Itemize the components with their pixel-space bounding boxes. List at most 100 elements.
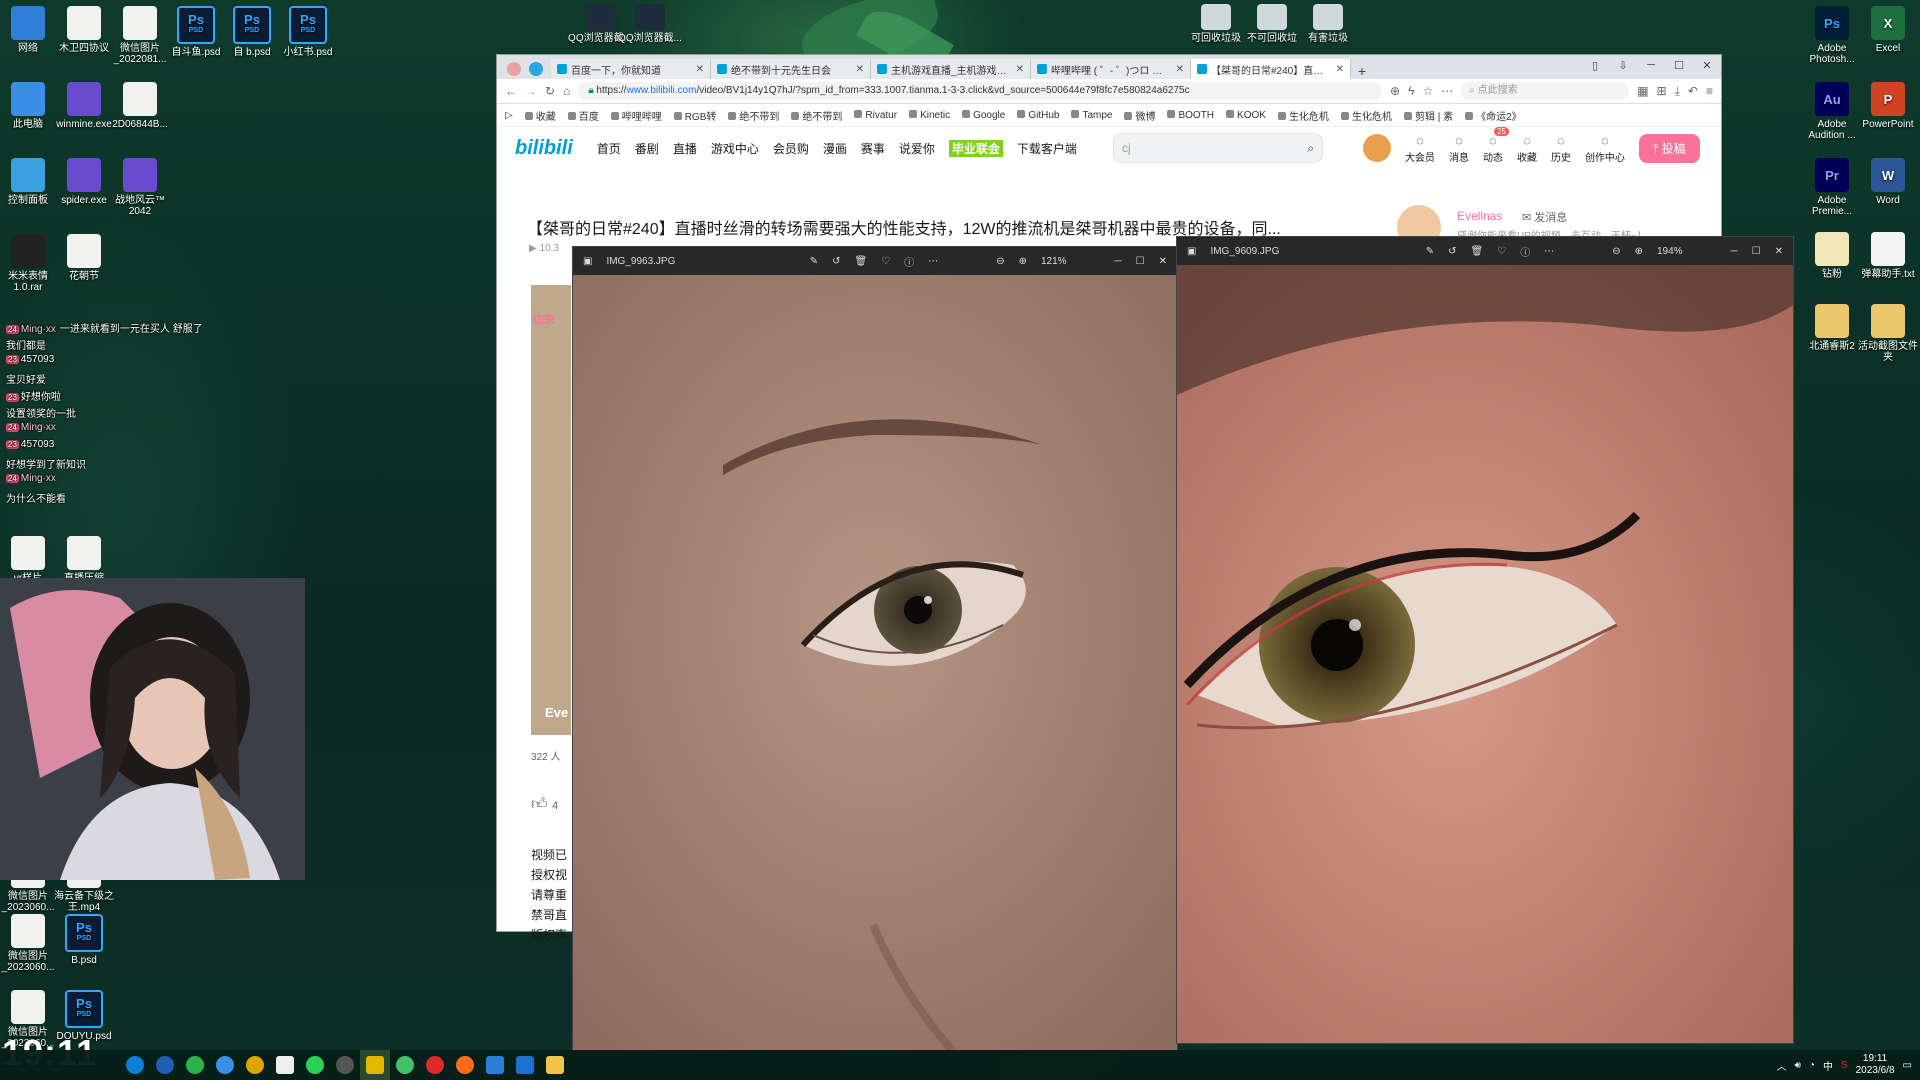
netease-icon[interactable] (420, 1050, 450, 1080)
bookmark-item[interactable]: 微博 (1124, 108, 1155, 123)
favorite-icon[interactable]: ♡ (1497, 246, 1506, 257)
bookmark-item[interactable]: 绝不带到 (728, 108, 779, 123)
more-icon[interactable]: ⋯ (1441, 84, 1453, 98)
bookmark-item[interactable]: 百度 (567, 108, 599, 123)
app-icon[interactable] (480, 1050, 510, 1080)
sidebar-icon[interactable]: ▯ (1581, 55, 1609, 75)
desktop-icon[interactable]: 活动截图文件夹 (1856, 304, 1920, 363)
desktop-icon[interactable]: 微信图片_2022081... (108, 6, 172, 65)
desktop-icon[interactable]: W Word (1856, 158, 1920, 206)
browser-tab[interactable]: 【桀哥的日常#240】直播时 ✕ (1191, 59, 1351, 79)
tray-chevron-icon[interactable]: ︿ (1777, 1058, 1787, 1073)
browser-search-input[interactable]: ⌕ 点此搜索 (1461, 82, 1630, 100)
tab-close-icon[interactable]: ✕ (696, 64, 704, 75)
bili-user-nav-item[interactable]: ◌ 创作中心 (1585, 133, 1625, 164)
qq-browser-icon[interactable] (210, 1050, 240, 1080)
browser-tab[interactable]: 绝不带到十元先生日会 ✕ (711, 59, 871, 79)
undo-icon[interactable]: ↶ (1688, 84, 1698, 98)
capcut-icon[interactable] (270, 1050, 300, 1080)
desktop-icon[interactable]: 控制面板 (0, 158, 60, 206)
minimize-button[interactable]: ─ (1115, 256, 1122, 267)
reload-icon[interactable]: ↻ (545, 84, 555, 98)
app-icon[interactable] (360, 1050, 390, 1080)
star-icon[interactable]: ☆ (1422, 84, 1433, 98)
browser-tab[interactable]: 哔哩哔哩 ( ゜- ゜)つロ 干杯~-b ✕ (1031, 59, 1191, 79)
bili-nav-item[interactable]: 下载客户端 (1017, 140, 1077, 157)
desktop-icon[interactable]: 有害垃圾 (1296, 4, 1360, 44)
network-icon[interactable]: ◔ (1809, 1060, 1815, 1071)
desktop-icon[interactable]: Ps PSD 自 b.psd (220, 6, 284, 58)
minimize-button[interactable]: ─ (1637, 55, 1665, 75)
info-icon[interactable]: ⓘ (904, 254, 914, 269)
download-icon[interactable]: ⤓ (1675, 84, 1680, 99)
bili-nav-item[interactable]: 首页 (597, 140, 621, 157)
tab-close-icon[interactable]: ✕ (1016, 64, 1024, 75)
bili-nav-item[interactable]: 会员购 (773, 140, 809, 157)
photos-icon[interactable] (510, 1050, 540, 1080)
desktop-icon[interactable]: 花朝节 (52, 234, 116, 282)
desktop-icon[interactable]: Ps PSD B.psd (52, 914, 116, 966)
zoom-out-icon[interactable]: ⊖ (1612, 246, 1620, 257)
desktop-icon[interactable]: 弹幕助手.txt (1856, 232, 1920, 280)
desktop-icon[interactable]: spider.exe (52, 158, 116, 206)
desktop-icon[interactable]: 木卫四协议 (52, 6, 116, 54)
desktop-icon[interactable]: 钻粉 (1800, 232, 1864, 280)
like-icon[interactable]: 👍︎ 4 (531, 795, 558, 814)
desktop-icon[interactable]: 战地风云™ 2042 (108, 158, 172, 217)
zoom-icon[interactable]: ⊕ (1390, 84, 1400, 98)
bili-user-nav-item[interactable]: ◌ 消息 (1449, 133, 1469, 164)
viewer1-photo[interactable] (573, 275, 1177, 1051)
desktop-icon[interactable]: X Excel (1856, 6, 1920, 54)
home-icon[interactable]: ⌂ (563, 84, 570, 98)
bookmark-item[interactable]: 绝不带到 (791, 108, 842, 123)
desktop-icon[interactable]: Ps Adobe Photosh... (1800, 6, 1864, 65)
bili-nav-item[interactable]: 游戏中心 (711, 140, 759, 157)
telegram-icon[interactable] (529, 59, 551, 79)
bili-user-nav-item[interactable]: ◌ 大会员 (1405, 133, 1435, 164)
zoom-in-icon[interactable]: ⊕ (1635, 246, 1643, 257)
desktop-icon[interactable]: Ps PSD 自斗鱼.psd (164, 6, 228, 58)
wechat-icon[interactable] (180, 1050, 210, 1080)
desktop-icon[interactable]: QQ浏览器截... (618, 4, 682, 44)
bookmark-item[interactable]: RGB转 (673, 108, 716, 123)
desktop-icon[interactable]: 2D06844B... (108, 82, 172, 130)
volume-icon[interactable]: 🔊︎ (1795, 1060, 1801, 1071)
info-icon[interactable]: ⓘ (1520, 244, 1530, 259)
bili-nav-item[interactable]: 漫画 (823, 140, 847, 157)
zoom-out-icon[interactable]: ⊖ (996, 256, 1004, 267)
desktop-icon[interactable]: 微信图片_2023060... (0, 914, 60, 973)
bili-nav-item[interactable]: 说爱你 (899, 140, 935, 157)
bili-user-nav-item[interactable]: ◌ 25 动态 (1483, 126, 1509, 164)
taskbar-clock[interactable]: 19:11 2023/6/8 (1856, 1053, 1895, 1077)
profile-avatar[interactable] (507, 59, 529, 79)
browser-icon[interactable] (150, 1050, 180, 1080)
uploader-name[interactable]: Evellnas (1457, 209, 1502, 223)
desktop-icon[interactable]: Pr Adobe Premie... (1800, 158, 1864, 217)
maximize-button[interactable]: ☐ (1752, 246, 1761, 257)
bookmark-item[interactable]: Tampe (1071, 109, 1112, 121)
bilibili-search-input[interactable]: cj ⌕ (1112, 133, 1323, 163)
desktop-icon[interactable]: 米米表情 1.0.rar (0, 234, 60, 293)
chrome-icon[interactable] (240, 1050, 270, 1080)
notification-icon[interactable]: ▭ (1903, 1060, 1912, 1071)
desktop-icon[interactable]: Au Adobe Audition ... (1800, 82, 1864, 141)
user-avatar[interactable] (1362, 134, 1391, 162)
search-icon[interactable]: ⌕ (1307, 141, 1314, 156)
file-explorer-icon[interactable] (540, 1050, 570, 1080)
zoom-in-icon[interactable]: ⊕ (1019, 256, 1027, 267)
firefox-icon[interactable] (450, 1050, 480, 1080)
close-button[interactable]: ✕ (1775, 246, 1783, 257)
bili-nav-item[interactable]: 直播 (673, 140, 697, 157)
url-field[interactable]: 🔒︎ https://www.bilibili.com/video/BV1j14… (578, 82, 1383, 100)
desktop-icon[interactable]: 不可回收垃 (1240, 4, 1304, 44)
lightning-icon[interactable]: ϟ (1408, 84, 1414, 98)
delete-icon[interactable]: 🗑︎ (1471, 246, 1484, 257)
bookmark-item[interactable]: KOOK (1226, 109, 1266, 121)
bookmark-item[interactable]: 剪辑 | 素 (1403, 108, 1453, 123)
bili-user-nav-item[interactable]: ◌ 历史 (1551, 133, 1571, 164)
app-icon[interactable] (390, 1050, 420, 1080)
desktop-icon[interactable]: 可回收垃圾 (1184, 4, 1248, 44)
bili-user-nav-item[interactable]: ◌ 收藏 (1517, 133, 1537, 164)
sogou-icon[interactable]: S (1841, 1060, 1848, 1071)
desktop-icon[interactable]: winmine.exe (52, 82, 116, 130)
